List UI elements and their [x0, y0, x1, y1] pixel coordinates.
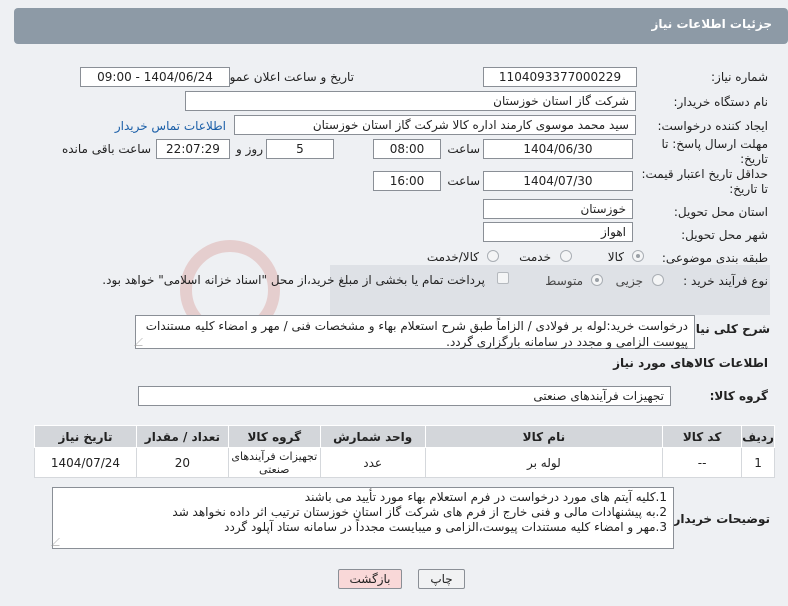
back-button[interactable]: بازگشت [338, 569, 402, 589]
buyer-note-line-2: 2.به پیشنهادات مالی و فنی خارج از فرم ها… [172, 505, 667, 519]
need-number-label: شماره نیاز: [711, 70, 768, 84]
process-option-minor: جزیی [615, 274, 643, 288]
remaining-days-field: 5 [266, 139, 334, 159]
goods-group-label: گروه کالا: [709, 389, 768, 403]
col-date: تاریخ نیاز [34, 425, 137, 448]
col-code: کد کالا [662, 425, 743, 448]
category-radio-goods[interactable] [632, 250, 644, 262]
col-unit: واحد شمارش [319, 425, 426, 448]
reply-deadline-label: مهلت ارسال پاسخ: تا [661, 137, 768, 151]
process-option-medium: متوسط [545, 274, 583, 288]
description-textarea[interactable]: درخواست خرید:لوله بر فولادی / الزاماً طب… [134, 315, 695, 349]
reply-time-label: ساعت [447, 142, 480, 156]
treasury-payment-note: پرداخت تمام یا بخشی از مبلغ خرید،از محل … [102, 273, 485, 287]
province-field: خوزستان [483, 199, 633, 219]
col-row: ردیف [741, 425, 775, 448]
buyer-org-field: شرکت گاز استان خوزستان [185, 91, 636, 111]
resize-grip-icon[interactable] [134, 338, 150, 346]
process-radio-minor[interactable] [652, 274, 664, 286]
reply-date-field: 1404/06/30 [483, 139, 633, 159]
days-label: روز و [236, 142, 263, 156]
category-radio-service[interactable] [560, 250, 572, 262]
announce-label: تاریخ و ساعت اعلان عمومی: [209, 70, 354, 84]
price-validity-date-field: 1404/07/30 [483, 171, 633, 191]
city-label: شهر محل تحویل: [681, 228, 768, 242]
buyer-notes-textarea[interactable]: 1.کلیه آیتم های مورد درخواست در فرم استع… [51, 487, 674, 549]
remaining-time-label: ساعت باقی مانده [61, 142, 151, 156]
creator-field: سید محمد موسوی کارمند اداره کالا شرکت گا… [234, 115, 636, 135]
cell-date: 1404/07/24 [34, 447, 137, 478]
creator-label: ایجاد کننده درخواست: [657, 119, 768, 133]
cell-row: 1 [741, 447, 775, 478]
table-row: 1 -- لوله بر عدد تجهیزات فرآیندهای صنعتی… [34, 447, 775, 478]
category-label: طبقه بندی موضوعی: [661, 251, 768, 265]
print-button[interactable]: چاپ [418, 569, 465, 589]
goods-table-header: ردیف کد کالا نام کالا واحد شمارش گروه کا… [34, 425, 775, 448]
buyer-org-label: نام دستگاه خریدار: [673, 95, 769, 109]
description-label: شرح کلی نیاز: [684, 322, 770, 336]
treasury-payment-checkbox[interactable] [497, 272, 509, 284]
page-header: جزئیات اطلاعات نیاز [14, 8, 788, 44]
goods-section-title: اطلاعات کالاهای مورد نیاز [613, 356, 768, 370]
goods-group-field: تجهیزات فرآیندهای صنعتی [138, 386, 671, 406]
cell-code: -- [662, 447, 743, 478]
buyer-note-line-1: 1.کلیه آیتم های مورد درخواست در فرم استع… [304, 490, 667, 504]
price-validity-time-label: ساعت [447, 174, 480, 188]
price-validity-label-2: تا تاریخ: [729, 182, 768, 196]
col-group: گروه کالا [227, 425, 321, 448]
reply-time-field: 08:00 [373, 139, 441, 159]
category-option-both: کالا/خدمت [426, 250, 479, 264]
remaining-time-field: 22:07:29 [156, 139, 230, 159]
buyer-contact-link[interactable]: اطلاعات تماس خریدار [115, 119, 226, 133]
goods-table: ردیف کد کالا نام کالا واحد شمارش گروه کا… [34, 425, 775, 478]
cell-name: لوله بر [424, 447, 664, 478]
col-qty: تعداد / مقدار [135, 425, 229, 448]
province-label: استان محل تحویل: [673, 205, 768, 219]
resize-grip-icon[interactable] [51, 538, 67, 546]
price-validity-time-field: 16:00 [373, 171, 441, 191]
cell-unit: عدد [319, 447, 426, 478]
col-name: نام کالا [424, 425, 664, 448]
buyer-notes-label: توضیحات خریدار: [668, 512, 770, 526]
announce-field: 1404/06/24 - 09:00 [80, 67, 230, 87]
price-validity-label: حداقل تاریخ اعتبار قیمت: [641, 167, 768, 181]
category-option-goods: کالا [607, 250, 624, 264]
description-text: درخواست خرید:لوله بر فولادی / الزاماً طب… [145, 319, 688, 349]
category-radio-both[interactable] [487, 250, 499, 262]
category-option-service: خدمت [519, 250, 551, 264]
cell-qty: 20 [135, 447, 229, 478]
need-number-field: 1104093377000229 [483, 67, 637, 87]
city-field: اهواز [483, 222, 633, 242]
process-label: نوع فرآیند خرید : [683, 274, 768, 288]
cell-group: تجهیزات فرآیندهای صنعتی [227, 447, 321, 478]
process-radio-medium[interactable] [591, 274, 603, 286]
reply-deadline-label-2: تاریخ: [740, 152, 768, 166]
buyer-note-line-3: 3.مهر و امضاء کلیه مستندات پیوست،الزامی … [224, 520, 667, 534]
page-title: جزئیات اطلاعات نیاز [651, 17, 772, 31]
